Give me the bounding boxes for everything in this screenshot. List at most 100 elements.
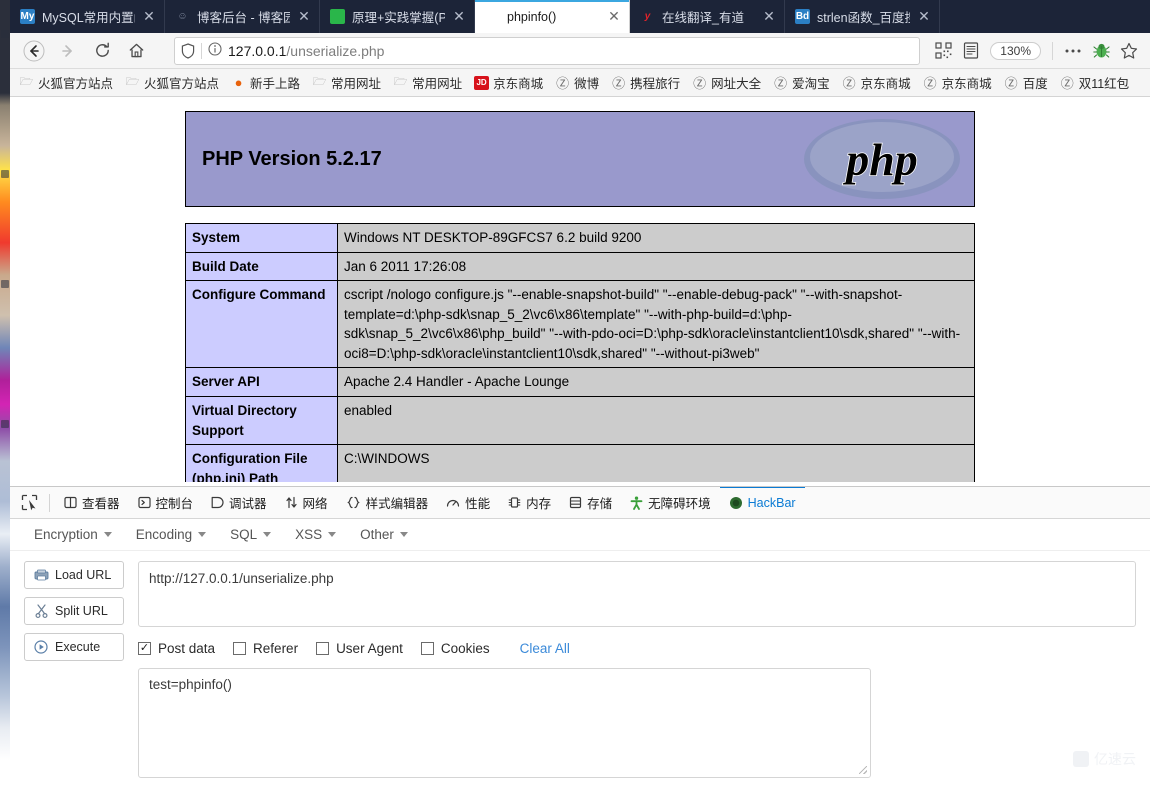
chevron-down-icon (263, 532, 272, 537)
desktop-icon (1, 170, 9, 178)
bookmark-item[interactable]: Ⓩ 网址大全 (687, 71, 766, 94)
devtools-tab-inspector[interactable]: 查看器 (55, 487, 129, 518)
checkbox-box[interactable] (316, 642, 330, 655)
split-url-button[interactable]: Split URL (24, 597, 124, 625)
hackbar-icon (729, 496, 743, 510)
back-arrow-icon[interactable] (18, 36, 50, 66)
bookmark-item[interactable]: ● 新手上路 (226, 71, 305, 94)
hackbar-url-input[interactable]: http://127.0.0.1/unserialize.php (138, 561, 1136, 627)
resize-grip-icon[interactable] (859, 766, 867, 774)
bookmark-item[interactable]: JD 京东商城 (469, 71, 548, 94)
shield-icon[interactable] (181, 42, 195, 59)
devtools-tab-style-editor[interactable]: 样式编辑器 (337, 487, 438, 518)
qr-code-icon[interactable] (930, 38, 956, 64)
home-icon[interactable] (120, 36, 152, 66)
hackbar-post-data-input[interactable]: test=phpinfo() (138, 668, 871, 778)
ellipsis-icon[interactable] (1060, 38, 1086, 64)
execute-button[interactable]: Execute (24, 633, 124, 661)
tab-label: 性能 (465, 497, 491, 511)
menu-label: Encoding (135, 527, 193, 542)
bookmark-item[interactable]: Ⓩ 携程旅行 (606, 71, 685, 94)
console-icon (137, 496, 151, 509)
folder-icon: 🗁 (19, 76, 34, 88)
close-icon[interactable]: ✕ (917, 8, 931, 25)
table-row: System Windows NT DESKTOP-89GFCS7 6.2 bu… (185, 223, 975, 253)
bookmark-label: 网址大全 (711, 77, 762, 91)
menu-sql[interactable]: SQL (220, 523, 281, 546)
bookmark-item[interactable]: Ⓩ 爱淘宝 (768, 71, 835, 94)
close-icon[interactable]: ✕ (607, 8, 621, 25)
devtools-tab-memory[interactable]: 内存 (499, 487, 560, 518)
bookmark-item[interactable]: 🗁 常用网址 (388, 71, 467, 94)
bookmark-item[interactable]: 🗁 常用网址 (307, 71, 386, 94)
element-picker-icon[interactable] (14, 488, 44, 518)
checkbox-box[interactable]: ✓ (138, 642, 151, 655)
bookmark-label: 京东商城 (941, 77, 992, 91)
devtools-tab-accessibility[interactable]: 无障碍环境 (621, 487, 720, 518)
devtools-panel: 查看器 控制台 调试器 网络 样式编辑器 性能 内存 存储 无障碍环境 Hack… (10, 486, 1150, 809)
table-row: Configuration File (php.ini) Path C:\WIN… (185, 444, 975, 482)
browser-tab-2[interactable]: 原理+实践掌握(PHP反 ✕ (320, 0, 475, 33)
menu-encryption[interactable]: Encryption (24, 523, 122, 546)
star-icon[interactable] (1116, 38, 1142, 64)
phpinfo-value: Apache 2.4 Handler - Apache Lounge (337, 367, 975, 397)
clear-all-link[interactable]: Clear All (520, 641, 570, 656)
hackbar-right-column: http://127.0.0.1/unserialize.php ✓ Post … (138, 561, 1136, 778)
split-url-icon (33, 604, 49, 618)
browser-tab-1[interactable]: ☺ 博客后台 - 博客园 ✕ (165, 0, 320, 33)
devtools-tab-hackbar[interactable]: HackBar (719, 487, 805, 518)
reload-icon[interactable] (86, 36, 118, 66)
browser-tab-3-active[interactable]: phpinfo() ✕ (475, 0, 630, 33)
green-circle-icon (330, 9, 345, 24)
bookmark-item[interactable]: 🗁 火狐官方站点 (120, 71, 224, 94)
menu-encoding[interactable]: Encoding (126, 523, 216, 546)
devtools-tab-console[interactable]: 控制台 (129, 487, 203, 518)
phpinfo-key: Server API (185, 367, 338, 397)
tab-label: 存储 (587, 497, 613, 511)
checkbox-box[interactable] (233, 642, 247, 655)
bookmark-item[interactable]: 🗁 火狐官方站点 (14, 71, 118, 94)
checkbox-box[interactable] (420, 642, 434, 655)
close-icon[interactable]: ✕ (452, 8, 466, 25)
checkbox-user-agent[interactable]: User Agent (316, 641, 403, 656)
bug-icon[interactable] (1088, 38, 1114, 64)
load-url-button[interactable]: Load URL (24, 561, 124, 589)
menu-xss[interactable]: XSS (285, 523, 346, 546)
table-row: Configure Command cscript /nologo config… (185, 280, 975, 369)
checkbox-cookies[interactable]: Cookies (420, 641, 490, 656)
phpinfo-header: PHP Version 5.2.17 php (185, 111, 975, 207)
close-icon[interactable]: ✕ (762, 8, 776, 25)
menu-other[interactable]: Other (350, 523, 418, 546)
devtools-tab-storage[interactable]: 存储 (560, 487, 621, 518)
bookmark-item[interactable]: Ⓩ 双11红包 (1055, 71, 1134, 94)
reader-view-icon[interactable] (958, 38, 984, 64)
close-icon[interactable]: ✕ (142, 8, 156, 25)
bookmark-label: 常用网址 (331, 77, 382, 91)
bookmark-item[interactable]: Ⓩ 微博 (550, 71, 604, 94)
checkbox-post-data[interactable]: ✓ Post data (138, 641, 215, 656)
bookmark-item[interactable]: Ⓩ 京东商城 (837, 71, 916, 94)
browser-tab-4[interactable]: y 在线翻译_有道 ✕ (630, 0, 785, 33)
devtools-tab-network[interactable]: 网络 (276, 487, 337, 518)
tab-strip: My MySQL常用内置函数整 ✕ ☺ 博客后台 - 博客园 ✕ 原理+实践掌握… (10, 0, 1150, 33)
phpinfo-value: enabled (337, 395, 975, 446)
zoom-level-badge[interactable]: 130% (990, 41, 1041, 60)
checkbox-referer[interactable]: Referer (233, 641, 298, 656)
execute-icon (33, 640, 49, 654)
devtools-tab-debugger[interactable]: 调试器 (202, 487, 276, 518)
checkbox-label: User Agent (336, 641, 403, 656)
url-text[interactable]: 127.0.0.1/unserialize.php (228, 43, 913, 59)
bookmark-item[interactable]: Ⓩ 百度 (999, 71, 1053, 94)
bookmark-item[interactable]: Ⓩ 京东商城 (918, 71, 997, 94)
address-bar[interactable]: 127.0.0.1/unserialize.php (174, 36, 921, 65)
tab-title: 博客后台 - 博客园 (197, 11, 290, 25)
globe-icon: Ⓩ (612, 76, 626, 91)
bookmark-label: 新手上路 (250, 77, 301, 91)
url-path: /unserialize.php (286, 42, 385, 59)
close-icon[interactable]: ✕ (297, 8, 311, 25)
info-circle-icon[interactable] (208, 42, 222, 59)
devtools-tab-performance[interactable]: 性能 (437, 487, 499, 518)
browser-tab-5[interactable]: Bd strlen函数_百度搜索 ✕ (785, 0, 940, 33)
button-label: Split URL (55, 604, 108, 618)
browser-tab-0[interactable]: My MySQL常用内置函数整 ✕ (10, 0, 165, 33)
